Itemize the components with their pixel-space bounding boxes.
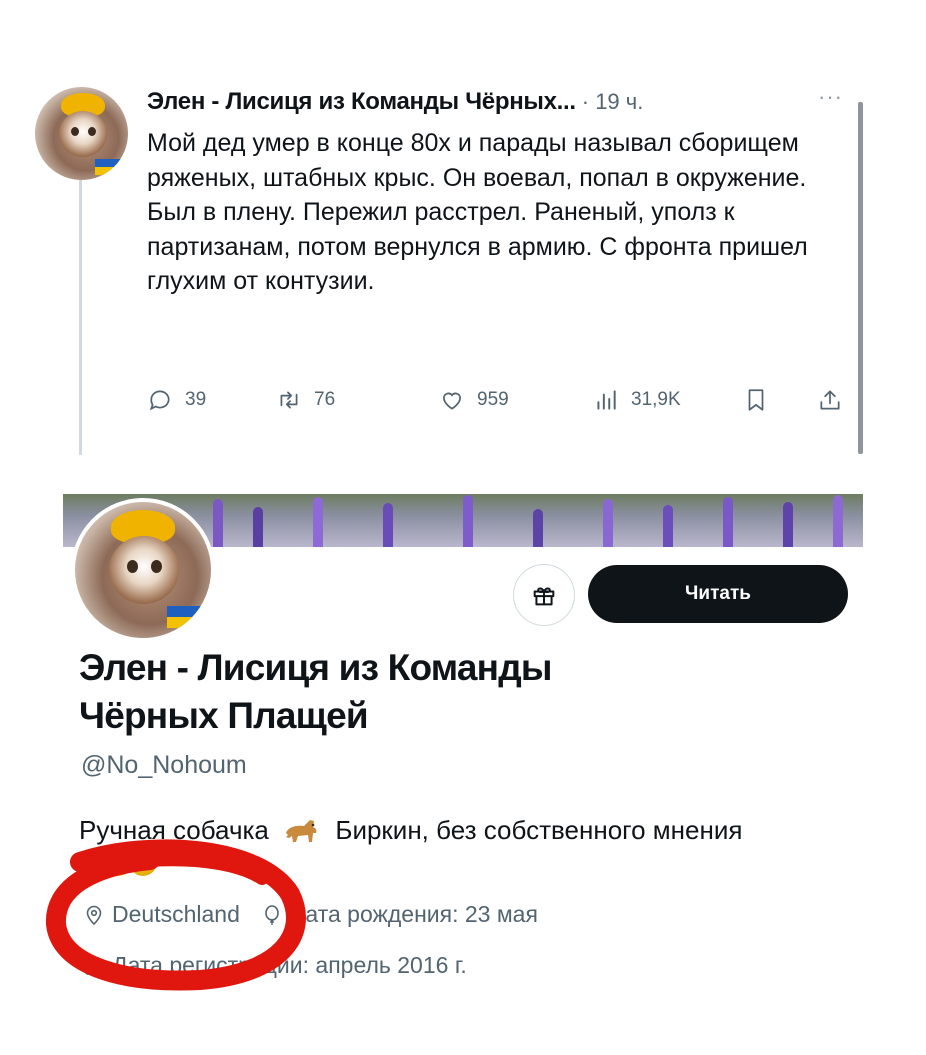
lavender-stalk — [603, 499, 613, 547]
share-button[interactable] — [817, 382, 855, 418]
lavender-stalk — [723, 497, 733, 547]
profile-avatar[interactable] — [71, 498, 215, 642]
reply-count: 39 — [185, 389, 207, 410]
profile-card: Читать Элен - Лисиця из Команды Чёрных П… — [0, 494, 926, 1055]
profile-bio: Ручная собачка Биркин, без собственного … — [79, 815, 742, 846]
share-icon — [820, 390, 840, 410]
thread-line — [79, 175, 82, 455]
profile-meta-row: Deutschland Дата рождения: 23 мая — [82, 901, 538, 928]
retweet-button[interactable]: 76 — [276, 382, 335, 418]
dog-emoji-icon — [286, 820, 317, 842]
profile-display-name: Элен - Лисиця из Команды Чёрных Плащей — [79, 647, 552, 736]
calendar-icon — [85, 956, 103, 975]
gift-button[interactable] — [513, 564, 575, 626]
more-options-icon[interactable]: ··· — [818, 84, 843, 110]
lavender-stalk — [663, 505, 673, 547]
balloon-icon — [265, 904, 279, 925]
avatar-cat-face — [59, 111, 107, 157]
like-count: 959 — [477, 389, 509, 410]
lavender-stalk — [313, 497, 323, 547]
tweet-card[interactable]: Элен - Лисиця из Команды Чёрных... · 19 … — [0, 0, 926, 460]
lavender-stalk — [253, 507, 263, 547]
heart-icon — [443, 392, 461, 410]
tweet-author-name[interactable]: Элен - Лисиця из Команды Чёрных... — [147, 88, 576, 116]
gift-icon — [533, 587, 555, 606]
lavender-stalk — [213, 499, 223, 547]
follow-button[interactable]: Читать — [588, 565, 848, 623]
avatar-flag-blue — [167, 606, 211, 617]
tweet-text: Мой дед умер в конце 80х и парады называ… — [147, 129, 808, 295]
tweet-timestamp[interactable]: · 19 ч. — [582, 89, 644, 115]
reply-button[interactable]: 39 — [147, 382, 206, 418]
scrollbar[interactable] — [858, 102, 863, 454]
profile-meta-row: Дата регистрации: апрель 2016 г. — [82, 952, 467, 979]
retweet-count: 76 — [314, 389, 336, 410]
profile-birthday: Дата рождения: 23 мая — [289, 901, 538, 927]
avatar-flag-yellow — [167, 617, 211, 628]
tweet-avatar[interactable] — [35, 87, 128, 180]
lavender-stalk — [383, 503, 393, 547]
lavender-stalk — [533, 509, 543, 547]
lavender-stalk — [833, 495, 843, 547]
bio-text-part2: Биркин, без собственного мнения — [335, 815, 743, 845]
tweet-actions: 39 76 959 31,9K — [147, 382, 852, 418]
avatar-flag-blue — [95, 159, 125, 167]
tweet-header: Элен - Лисиця из Команды Чёрных... · 19 … — [147, 84, 643, 120]
retweet-icon — [280, 391, 298, 409]
coin-emoji-icon — [129, 848, 157, 876]
views-icon — [597, 390, 616, 410]
profile-join-date: Дата регистрации: апрель 2016 г. — [112, 952, 467, 978]
avatar-cat-eye — [151, 560, 162, 573]
bio-text-part1: Ручная собачка — [79, 815, 269, 845]
views-button[interactable]: 31,9K — [593, 382, 681, 418]
reply-icon — [149, 390, 170, 411]
bookmark-button[interactable] — [743, 382, 781, 418]
location-pin-icon — [86, 905, 102, 925]
avatar-flag-yellow — [95, 167, 125, 175]
avatar-cat-eye — [71, 127, 79, 136]
lavender-stalk — [463, 495, 473, 547]
avatar-cat-face — [109, 536, 179, 604]
lavender-stalk — [783, 502, 793, 547]
avatar-cat-eye — [88, 127, 96, 136]
profile-location: Deutschland — [112, 901, 240, 927]
avatar-cat-eye — [127, 560, 138, 573]
like-button[interactable]: 959 — [439, 382, 509, 418]
profile-handle: @No_Nohoum — [81, 751, 247, 779]
views-count: 31,9K — [631, 389, 681, 410]
bookmark-icon — [748, 389, 764, 411]
